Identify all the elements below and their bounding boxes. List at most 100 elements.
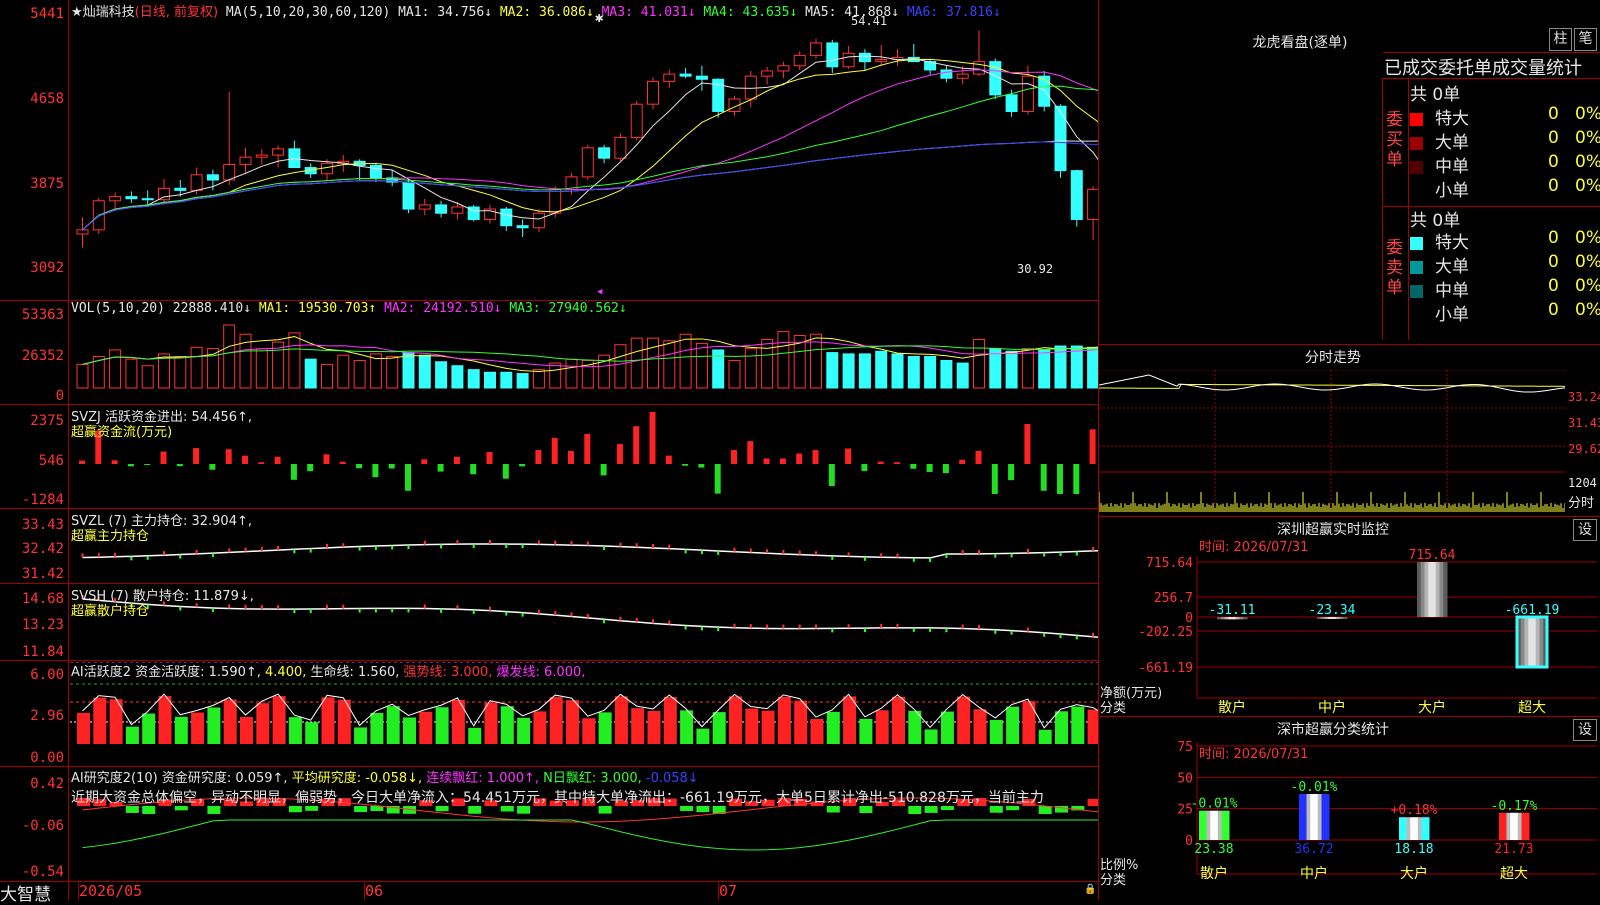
research-bar [1038,806,1052,814]
intraday-tick: 29.62 [1568,442,1600,456]
activity-bar [859,718,873,744]
indicator-value: 22888.410↓ [172,301,259,316]
volume-bar [647,337,659,389]
flow-bar [877,461,884,464]
activity-bar [1071,706,1085,744]
candle-body [956,73,969,79]
monitor-category: 中户 [1318,699,1346,716]
order-percent: 0% [1575,176,1600,196]
classify-bar [1310,793,1315,840]
flow-bar [682,464,689,466]
panel-divider [0,508,1098,509]
monitor-category: 大户 [1418,699,1446,716]
classify-value: 23.38 [1194,842,1233,857]
activity-bar [566,700,579,744]
classify-value: 36.72 [1294,842,1333,857]
volume-bar [223,324,236,389]
volume-bar [826,352,839,389]
indicator-value: 平均研究度: -0.058↓, [291,771,427,786]
ma-values: MA1: 34.756↓ MA2: 36.086↓ MA3: 41.031↓ M… [398,5,1001,20]
candle-body [614,136,627,159]
activity-bar [419,711,433,744]
flow-bar [274,456,281,464]
kline-chart-area[interactable]: 5441 4658 3875 3092 ★灿瑞科技(日线, 前复权) MA(5,… [0,0,1098,905]
activity-bar [77,712,90,744]
monitor-category: 散户 [1218,699,1246,716]
activity-bar [924,729,938,744]
buy-total: 共 0单 [1410,85,1461,105]
flow-bar [372,464,379,478]
candle-body [1005,94,1018,112]
candle-body [141,198,154,201]
activity-bar [354,727,368,744]
chart-mode: (日线, 前复权) [134,5,219,20]
lock-icon[interactable]: 🔒 [1084,884,1096,895]
order-row: 小单 0 0% [1410,300,1600,325]
fund-comment: 近期大资金总体偏空，异动不明显，偏弱势，今日大单净流入：54.451万元，其中特… [71,790,1044,806]
flow-bar [421,459,428,464]
classify-bar [1510,812,1515,840]
indicator-value: MA4: 43.635↓ [703,5,806,20]
research-tick: 0.42 [30,776,64,792]
volume-bar [924,356,937,389]
candle-body [369,164,382,179]
buy-orders-label: 委买单 [1386,110,1403,170]
classify-bar [1199,810,1204,840]
indicator-value: 爆发线: 6.000, [496,665,586,680]
flow-bar [356,464,363,469]
activity-bar [93,697,107,744]
volume-bar [989,348,1002,389]
color-swatch [1410,236,1423,250]
divider [1382,78,1383,340]
activity-tick: 2.96 [30,708,64,724]
candle-body [679,73,692,77]
activity-bar [989,719,1003,744]
candle-body [1038,75,1051,107]
flow-bar [176,464,183,467]
activity-bar [207,707,221,744]
svzl-subtitle: 超赢主力持仓 [71,529,150,544]
indicator-value: AI活跃度2 资金活跃度: 1.590↑, [71,665,266,680]
research-bar [142,806,156,814]
classify-bar [1499,812,1504,840]
candlestick-chart[interactable] [70,18,1098,288]
order-size: 小单 [1435,181,1469,201]
monitor-bar [1520,617,1525,667]
flow-bar [535,449,542,464]
y-axis-line [68,0,69,900]
flow-bar [779,458,786,464]
intraday-panel[interactable]: 分时走势 33.24 31.43 29.62 1204 分时 [1099,344,1600,516]
bar-view-button[interactable]: 柱 [1549,28,1572,51]
volume-bar [255,348,268,389]
flow-bar [111,460,118,464]
candle-body [940,69,953,79]
volume-bar [321,363,333,389]
pen-view-button[interactable]: 笔 [1574,28,1597,51]
activity-bar [598,712,612,744]
flow-bar [127,464,134,467]
monitor-bar [1432,562,1437,617]
activity-bar [386,706,400,744]
classify-bar [1306,793,1311,840]
classify-category: 中户 [1300,865,1328,882]
order-percent: 0% [1575,300,1600,320]
volume-bar [679,333,692,389]
classify-bar [1506,812,1511,840]
flow-bar [600,464,607,476]
activity-bar [761,710,775,744]
volume-bar [288,332,301,389]
flow-bar [1024,423,1031,464]
indicator-value: MA3: 27940.562↓ [509,301,627,316]
research-tick: -0.06 [21,818,64,834]
candle-body [500,208,513,227]
volume-chart[interactable] [70,318,1098,402]
classify-value: 18.18 [1394,842,1433,857]
classify-bar [1414,817,1419,840]
order-percent: 0% [1575,228,1600,248]
monitor-bar [1524,617,1529,667]
order-size: 中单 [1435,157,1469,177]
intraday-chart[interactable] [1099,370,1565,512]
classify-category: 超大 [1500,866,1528,882]
volume-bar [451,365,464,389]
classify-bar [1417,817,1422,840]
